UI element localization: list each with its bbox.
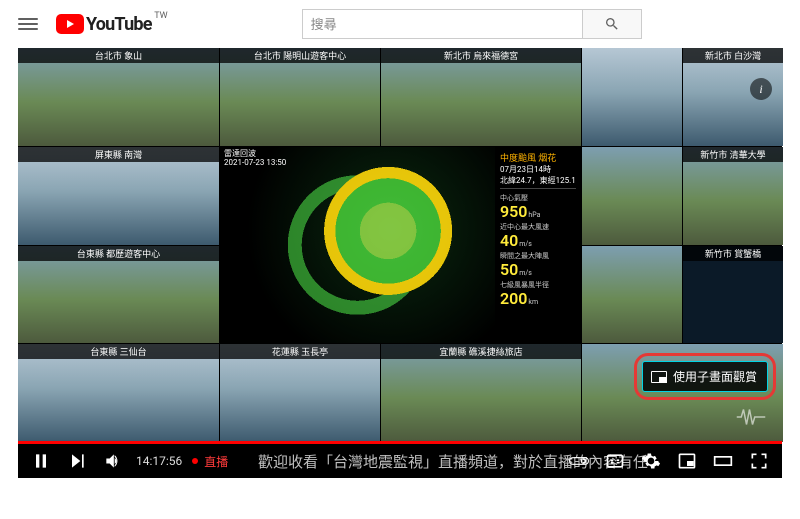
playback-time: 14:17:56	[136, 454, 182, 468]
cam-tile: 花蓮縣 玉長亭	[220, 344, 380, 442]
cam-tile: 新竹市 清華大學	[683, 147, 783, 245]
cam-label: 新竹市 清華大學	[683, 147, 783, 162]
cam-tile	[582, 246, 682, 344]
search-button[interactable]	[582, 9, 642, 39]
info-icon[interactable]: i	[750, 78, 772, 100]
live-label[interactable]: 直播	[204, 453, 228, 470]
search-input[interactable]	[302, 9, 582, 39]
captions-button[interactable]	[602, 448, 628, 474]
cam-label: 宜蘭縣 礁溪捷絲旅店	[381, 344, 581, 359]
typhoon-name: 中度颱風 烟花	[500, 151, 576, 164]
live-dot-icon	[192, 458, 198, 464]
cam-label: 台東縣 都歷遊客中心	[18, 246, 219, 261]
miniplayer-button[interactable]	[674, 448, 700, 474]
cam-tile: 台東縣 都歷遊客中心	[18, 246, 219, 344]
cam-tile	[582, 147, 682, 245]
cam-tile: 台北市 陽明山遊客中心	[220, 48, 380, 146]
cam-tile: 宜蘭縣 礁溪捷絲旅店	[381, 344, 581, 442]
theater-button[interactable]	[710, 448, 736, 474]
youtube-logo[interactable]: YouTube TW	[56, 14, 152, 35]
cam-label: 屏東縣 南灣	[18, 147, 219, 162]
radar-panel: 雷達回波 2021-07-23 13:50 中度颱風 烟花 07月23日14時 …	[220, 147, 581, 344]
waveform-icon	[736, 406, 766, 432]
cam-tile: 台東縣 三仙台	[18, 344, 219, 442]
video-player[interactable]: 台北市 象山 台北市 陽明山遊客中心 新北市 烏來福德宮 新北市 白沙灣 屏東縣…	[18, 48, 782, 478]
cam-label: 台北市 陽明山遊客中心	[220, 48, 380, 63]
radar-map: 雷達回波 2021-07-23 13:50	[220, 147, 495, 344]
pip-icon	[651, 371, 667, 383]
cam-label: 新竹市 賞蟹橋	[683, 246, 783, 261]
player-controls: 14:17:56 直播	[18, 444, 782, 478]
pip-callout: 使用子畫面觀賞	[634, 353, 776, 400]
fullscreen-button[interactable]	[746, 448, 772, 474]
radar-title: 雷達回波 2021-07-23 13:50	[224, 149, 286, 168]
youtube-logo-text: YouTube	[86, 14, 152, 35]
cam-tile: 新竹市 賞蟹橋	[683, 246, 783, 344]
cam-tile	[582, 48, 682, 146]
pause-button[interactable]	[28, 448, 54, 474]
radar-stats: 中度颱風 烟花 07月23日14時 北緯24.7，東經125.1 中心氣壓 95…	[495, 147, 581, 344]
country-code: TW	[154, 11, 167, 21]
volume-button[interactable]	[100, 448, 126, 474]
cam-label: 台東縣 三仙台	[18, 344, 219, 359]
next-button[interactable]	[64, 448, 90, 474]
cam-tile: 新北市 烏來福德宮	[381, 48, 581, 146]
cam-label: 台北市 象山	[18, 48, 219, 63]
pip-label: 使用子畫面觀賞	[673, 368, 757, 385]
cam-label: 新北市 烏來福德宮	[381, 48, 581, 63]
hamburger-menu-icon[interactable]	[16, 12, 40, 36]
cam-label: 新北市 白沙灣	[683, 48, 783, 63]
cam-label: 花蓮縣 玉長亭	[220, 344, 380, 359]
cam-tile: 台北市 象山	[18, 48, 219, 146]
youtube-play-icon	[56, 14, 84, 34]
cam-tile: 屏東縣 南灣	[18, 147, 219, 245]
pip-button[interactable]: 使用子畫面觀賞	[642, 361, 768, 392]
autoplay-toggle[interactable]	[566, 448, 592, 474]
settings-button[interactable]	[638, 448, 664, 474]
magnifier-icon	[604, 16, 620, 32]
